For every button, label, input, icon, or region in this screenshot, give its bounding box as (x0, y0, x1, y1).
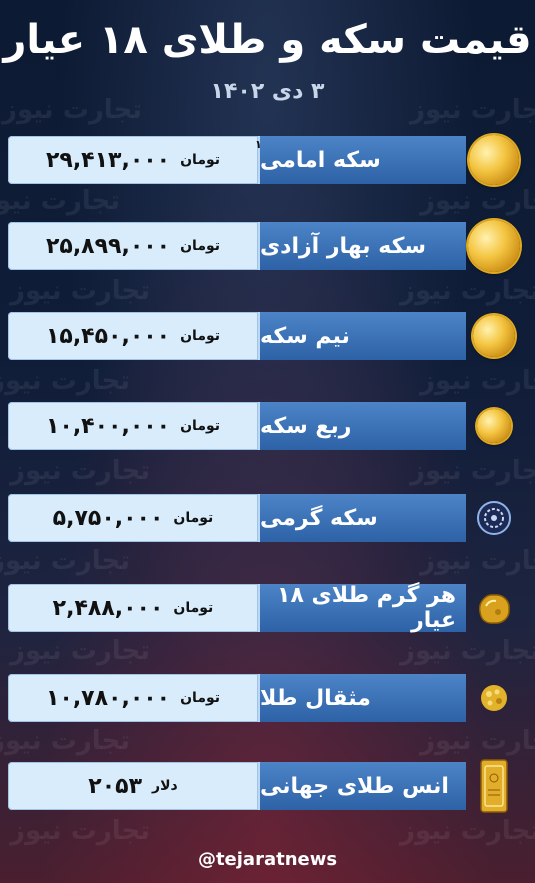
price-value-box: ۲,۴۸۸,۰۰۰ تومان (8, 584, 258, 632)
price-value-box: ۱۵,۴۵۰,۰۰۰ تومان (8, 312, 258, 360)
price-value-box: ۲۹,۴۱۳,۰۰۰ تومان (8, 136, 258, 184)
watermark: تجارت نیوز (10, 636, 151, 666)
page-title: قیمت سکه و طلای ۱۸ عیار (3, 17, 532, 63)
price-unit: تومان (180, 690, 221, 706)
gram-coin-icon (464, 488, 524, 548)
price-value-box: ۲۰۵۳ دلار (8, 762, 258, 810)
watermark: تجارت نیوز (400, 816, 535, 846)
price-unit: تومان (180, 238, 221, 254)
price-value-box: ۲۵,۸۹۹,۰۰۰ تومان (8, 222, 258, 270)
watermark: تجارت نیوز (400, 276, 535, 306)
price-value: ۵,۷۵۰,۰۰۰ (52, 505, 164, 531)
half-coin-icon (464, 306, 524, 366)
price-unit: تومان (173, 510, 214, 526)
price-unit: تومان (173, 600, 214, 616)
price-value: ۲,۴۸۸,۰۰۰ (52, 595, 164, 621)
price-label-box: انس طلای جهانی (258, 762, 466, 810)
price-unit: تومان (180, 418, 221, 434)
price-value: ۲۰۵۳ (88, 773, 143, 799)
price-value: ۱۰,۴۰۰,۰۰۰ (45, 413, 171, 439)
watermark: تجارت نیوز (10, 456, 151, 486)
watermark: تجارت نیوز (0, 726, 131, 756)
price-value: ۲۹,۴۱۳,۰۰۰ (45, 147, 171, 173)
gold-pile-icon (464, 668, 524, 728)
price-unit: تومان (180, 328, 221, 344)
price-label: انس طلای جهانی (260, 773, 449, 799)
price-unit: تومان (180, 152, 221, 168)
bahar-azadi-coin-icon (464, 216, 524, 276)
watermark: تجارت نیوز (0, 366, 131, 396)
price-row-gram-coin: ۵,۷۵۰,۰۰۰ تومان سکه گرمی (8, 494, 528, 542)
watermark: تجارت نیوز (420, 546, 535, 576)
price-unit: دلار (152, 778, 178, 794)
price-label-box: نیم سکه (258, 312, 466, 360)
price-label: سکه امامی (260, 147, 381, 173)
price-label-box: سکه امامی (258, 136, 466, 184)
watermark: تجارت نیوز (410, 456, 535, 486)
price-label: هر گرم طلای ۱۸ عیار (277, 583, 456, 633)
page-date: ۳ دی ۱۴۰۲ (210, 79, 325, 104)
price-label-box: ربع سکه (258, 402, 466, 450)
watermark: تجارت نیوز (420, 186, 535, 216)
imami-coin-icon (464, 130, 524, 190)
price-value: ۱۵,۴۵۰,۰۰۰ (45, 323, 171, 349)
watermark: تجارت نیوز (0, 546, 131, 576)
price-row-mesghal: ۱۰,۷۸۰,۰۰۰ تومان مثقال طلا (8, 674, 528, 722)
price-label: سکه گرمی (260, 505, 378, 531)
price-row-gram-gold: ۲,۴۸۸,۰۰۰ تومان هر گرم طلای ۱۸ عیار (8, 583, 528, 633)
watermark: تجارت نیوز (0, 186, 121, 216)
price-row-imami: ۲۹,۴۱۳,۰۰۰ تومان سکه امامی (8, 135, 528, 185)
price-row-ounce: ۲۰۵۳ دلار انس طلای جهانی (8, 759, 528, 813)
price-value: ۲۵,۸۹۹,۰۰۰ (45, 233, 171, 259)
gold-bar-icon (464, 756, 524, 816)
price-label-box: سکه گرمی (258, 494, 466, 542)
price-label: نیم سکه (260, 323, 350, 349)
watermark: تجارت نیوز (10, 816, 151, 846)
watermark: تجارت نیوز (420, 366, 535, 396)
footer-handle: @tejaratnews (197, 849, 338, 870)
price-label: ربع سکه (260, 413, 352, 439)
price-label-box: هر گرم طلای ۱۸ عیار (258, 583, 466, 633)
price-value-box: ۱۰,۴۰۰,۰۰۰ تومان (8, 402, 258, 450)
price-value-box: ۵,۷۵۰,۰۰۰ تومان (8, 494, 258, 542)
price-value: ۱۰,۷۸۰,۰۰۰ (45, 685, 171, 711)
quarter-coin-icon (464, 396, 524, 456)
row-note: ۱ (255, 138, 262, 151)
price-row-half-coin: ۱۵,۴۵۰,۰۰۰ تومان نیم سکه (8, 312, 528, 360)
price-label: مثقال طلا (260, 685, 371, 711)
price-label-box: مثقال طلا (258, 674, 466, 722)
watermark: تجارت نیوز (420, 726, 535, 756)
price-row-quarter-coin: ۱۰,۴۰۰,۰۰۰ تومان ربع سکه (8, 402, 528, 450)
price-label-box: سکه بهار آزادی (258, 222, 466, 270)
price-value-box: ۱۰,۷۸۰,۰۰۰ تومان (8, 674, 258, 722)
price-label: سکه بهار آزادی (260, 233, 426, 259)
price-row-bahar-azadi: ۲۵,۸۹۹,۰۰۰ تومان سکه بهار آزادی (8, 220, 528, 272)
gold-nugget-icon (464, 578, 524, 638)
watermark: تجارت نیوز (400, 636, 535, 666)
watermark: تجارت نیوز (10, 276, 151, 306)
